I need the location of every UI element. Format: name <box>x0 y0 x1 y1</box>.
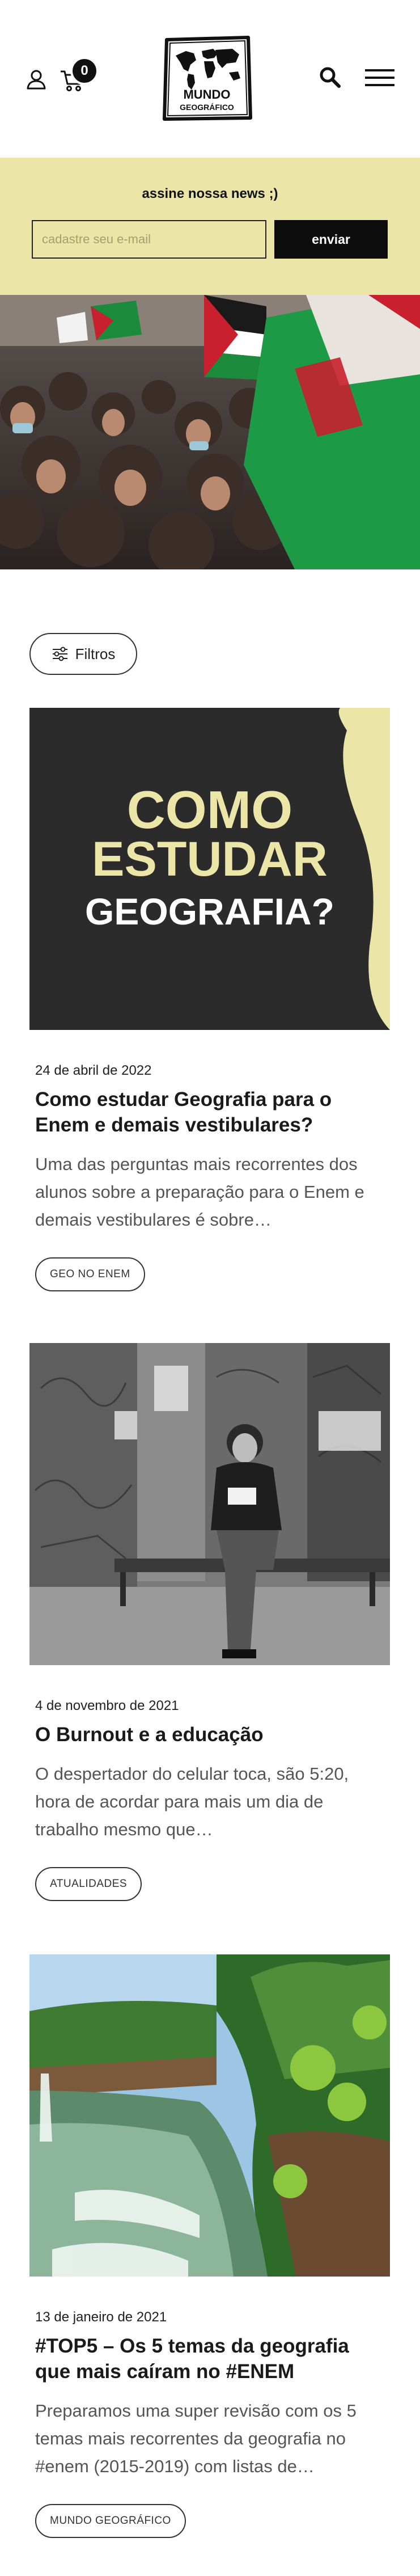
post-tag[interactable]: ATUALIDADES <box>35 1867 142 1901</box>
newsletter-section: assine nossa news ;) enviar <box>0 158 420 295</box>
post-excerpt: Uma das perguntas mais recorrentes dos a… <box>35 1154 364 1230</box>
post-title[interactable]: O Burnout e a educação <box>35 1722 384 1747</box>
post-title[interactable]: #TOP5 – Os 5 temas da geografia que mais… <box>35 2333 384 2384</box>
post-image-waterfall[interactable] <box>29 1954 390 2277</box>
post-card[interactable]: COMO ESTUDAR GEOGRAFIA? 24 de abril de 2… <box>29 708 390 1291</box>
post-title[interactable]: Como estudar Geografia para o Enem e dem… <box>35 1087 384 1138</box>
post-tag[interactable]: MUNDO GEOGRÁFICO <box>35 2504 186 2538</box>
cart-count-badge[interactable]: 0 <box>70 57 99 85</box>
filter-button[interactable]: Filtros <box>29 633 137 675</box>
post-image-burnout[interactable] <box>29 1343 390 1665</box>
newsletter-submit-button[interactable]: enviar <box>274 220 388 259</box>
site-header: 0 MUNDO GEOGRÁFICO assine nossa news ;) … <box>0 0 420 295</box>
post-date: 24 de abril de 2022 <box>35 1063 152 1078</box>
post-image-como-estudar[interactable]: COMO ESTUDAR GEOGRAFIA? <box>29 708 390 1030</box>
svg-text:GEOGRÁFICO: GEOGRÁFICO <box>180 103 234 112</box>
svg-text:ESTUDAR: ESTUDAR <box>92 832 328 886</box>
svg-text:MUNDO: MUNDO <box>183 87 230 102</box>
filter-label: Filtros <box>75 645 116 662</box>
post-card[interactable]: 4 de novembro de 2021 O Burnout e a educ… <box>29 1343 390 1901</box>
post-date: 4 de novembro de 2021 <box>35 1698 179 1713</box>
post-excerpt: O despertador do celular toca, são 5:20,… <box>35 1764 349 1839</box>
user-icon[interactable] <box>25 68 48 91</box>
sliders-icon <box>52 647 67 661</box>
newsletter-title: assine nossa news ;) <box>142 186 278 201</box>
post-tag[interactable]: GEO NO ENEM <box>35 1257 145 1291</box>
svg-text:COMO: COMO <box>127 780 292 839</box>
hamburger-menu-icon[interactable] <box>365 68 394 87</box>
post-card[interactable]: 13 de janeiro de 2021 #TOP5 – Os 5 temas… <box>29 1954 390 2538</box>
mundo-geografico-logo[interactable]: MUNDO GEOGRÁFICO <box>159 34 255 123</box>
post-date: 13 de janeiro de 2021 <box>35 2309 167 2325</box>
hero-protest-image <box>0 295 420 569</box>
newsletter-email-input[interactable] <box>32 220 266 259</box>
post-excerpt: Preparamos uma super revisão com os 5 te… <box>35 2401 357 2476</box>
search-icon[interactable] <box>319 66 341 88</box>
svg-text:GEOGRAFIA?: GEOGRAFIA? <box>85 890 334 932</box>
